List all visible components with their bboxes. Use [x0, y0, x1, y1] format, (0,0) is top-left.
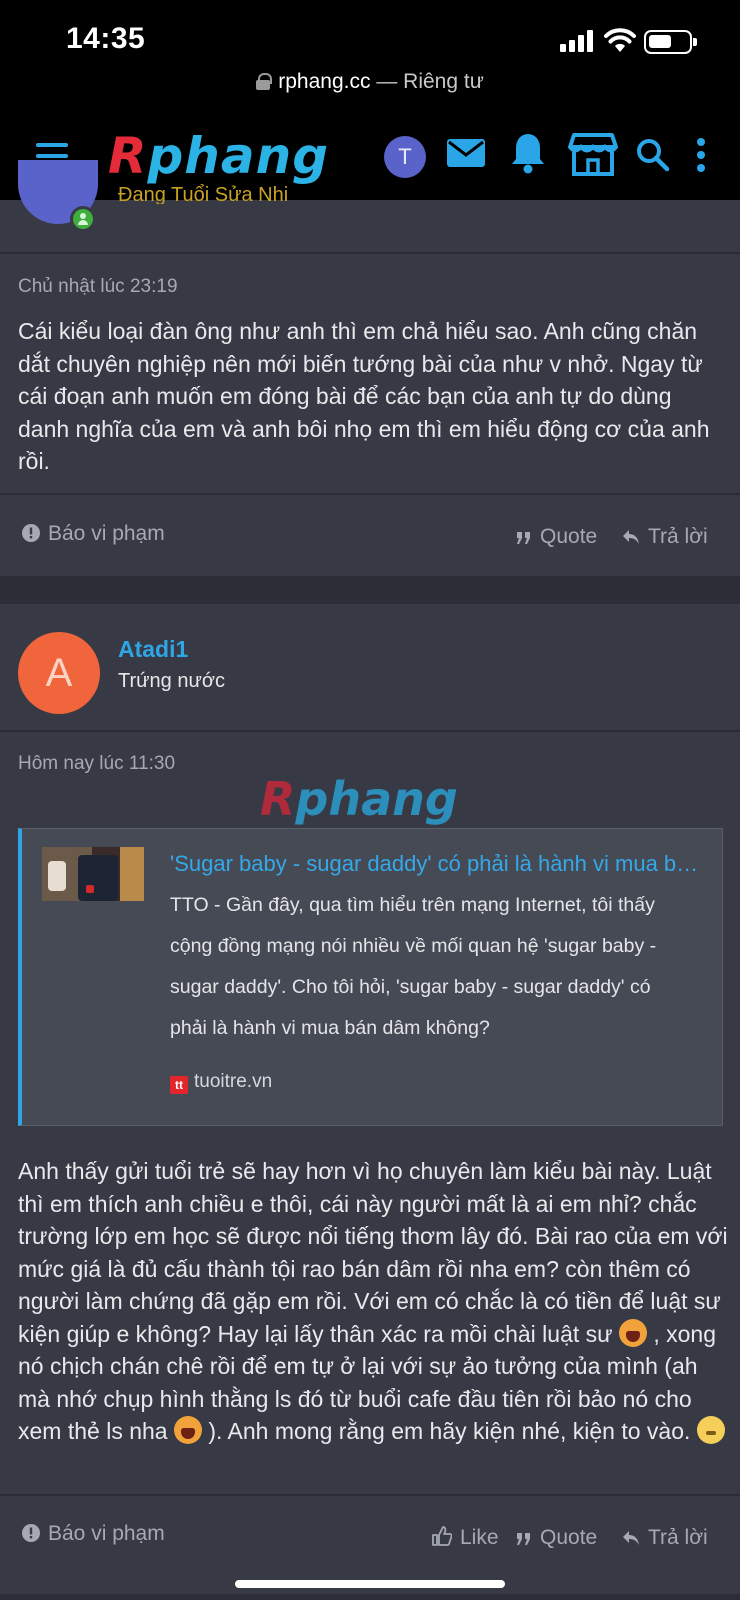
- alert-icon: [22, 1524, 40, 1542]
- url-privacy-label: — Riêng tư: [370, 70, 484, 93]
- preview-thumbnail: [42, 847, 144, 901]
- link-preview-card[interactable]: 'Sugar baby - sugar daddy' có phải là hà…: [18, 828, 723, 1126]
- post-timestamp[interactable]: Chủ nhật lúc 23:19: [18, 276, 178, 298]
- divider: [0, 252, 740, 254]
- site-logo[interactable]: Rphang: [108, 126, 329, 186]
- mail-icon[interactable]: [446, 138, 486, 170]
- divider: [0, 493, 740, 495]
- post-body: Cái kiểu loại đàn ông như anh thì em chả…: [18, 318, 710, 474]
- divider: [0, 730, 740, 732]
- quote-icon: [517, 532, 530, 544]
- thumbs-up-icon: [432, 1526, 453, 1546]
- previous-user-title: Đang Tuổi Sửa Nhi: [118, 184, 289, 204]
- search-icon[interactable]: [636, 138, 670, 172]
- user-avatar-atadi1[interactable]: A: [18, 632, 100, 714]
- preview-source: tt tuoitre.vn: [170, 1071, 272, 1094]
- user-title: Trứng nước: [118, 670, 225, 692]
- url-domain: rphang.cc: [278, 70, 371, 93]
- quote-button[interactable]: Quote: [516, 1526, 597, 1550]
- lock-icon: [256, 73, 273, 90]
- reply-icon: [623, 530, 639, 544]
- bell-icon[interactable]: [510, 132, 546, 174]
- battery-icon: [644, 30, 697, 54]
- report-button[interactable]: Báo vi phạm: [22, 522, 165, 546]
- status-bar: 14:35: [0, 0, 740, 70]
- quote-button[interactable]: Quote: [516, 525, 597, 549]
- cellular-signal-icon: [560, 30, 596, 52]
- site-watermark: Rphang: [260, 772, 458, 826]
- user-avatar[interactable]: T: [384, 136, 426, 178]
- preview-description: TTO - Gần đây, qua tìm hiểu trên mạng In…: [170, 894, 657, 1039]
- reply-icon: [623, 1531, 639, 1545]
- store-icon[interactable]: [568, 132, 618, 178]
- username-link[interactable]: Atadi1: [118, 636, 188, 663]
- post-timestamp[interactable]: Hôm nay lúc 11:30: [18, 753, 175, 775]
- status-time: 14:35: [66, 22, 146, 55]
- site-header: Rphang T: [0, 110, 740, 200]
- like-button[interactable]: Like: [432, 1526, 499, 1550]
- more-options-icon[interactable]: [696, 138, 706, 172]
- preview-title[interactable]: 'Sugar baby - sugar daddy' có phải là hà…: [170, 851, 700, 877]
- home-indicator[interactable]: [235, 1580, 505, 1588]
- alert-icon: [22, 524, 40, 542]
- quote-icon: [517, 1533, 530, 1545]
- tuoitre-logo-icon: tt: [170, 1076, 188, 1094]
- online-status-icon: [70, 206, 96, 232]
- post-body: Anh thấy gửi tuổi trẻ sẽ hay hơn vì họ c…: [18, 1158, 728, 1444]
- shouting-emoji-icon: [173, 1416, 202, 1444]
- divider: [0, 1494, 740, 1496]
- browser-url-bar[interactable]: rphang.cc — Riêng tư: [0, 70, 740, 110]
- shouting-emoji-icon: [618, 1318, 647, 1347]
- wifi-icon: [604, 28, 636, 52]
- report-button[interactable]: Báo vi phạm: [22, 1522, 165, 1546]
- reply-button[interactable]: Trả lời: [622, 1526, 708, 1550]
- reply-button[interactable]: Trả lời: [622, 525, 708, 549]
- thinking-emoji-icon: [696, 1416, 725, 1444]
